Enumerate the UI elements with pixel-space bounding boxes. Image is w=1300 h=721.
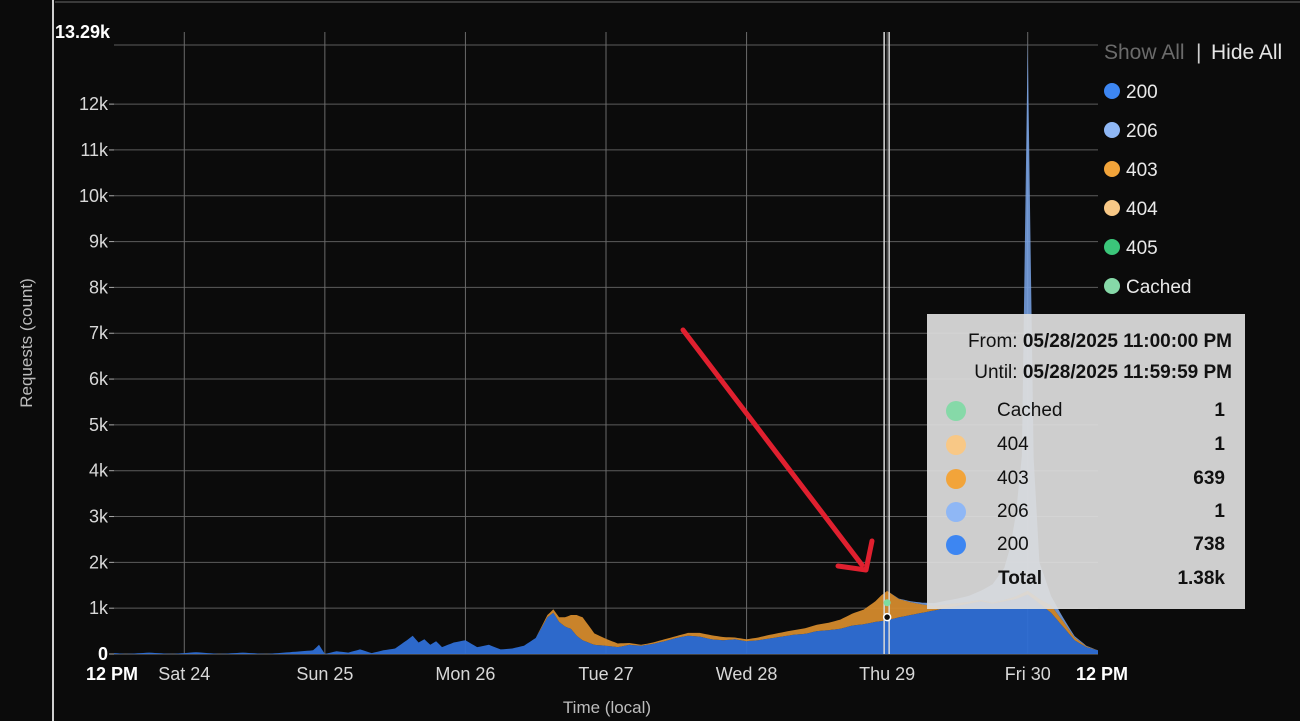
x-axis-title: Time (local) xyxy=(563,698,651,717)
tooltip-from: From: 05/28/2025 11:00:00 PM xyxy=(968,331,1232,353)
x-tick-label: 12 PM xyxy=(1076,664,1128,684)
legend-item-label: 200 xyxy=(1126,82,1158,103)
y-tick-label: 9k xyxy=(89,232,109,252)
tooltip-row-label: 206 xyxy=(997,501,1029,522)
tooltip-row: 404 1 xyxy=(927,431,1245,459)
tooltip-row-label: Cached xyxy=(997,400,1063,421)
annotation-arrow xyxy=(680,327,875,573)
x-axis-ticks: 12 PM Sat 24 Sun 25 Mon 26 Tue 27 Wed 28 Thu 2… xyxy=(86,664,1128,684)
legend-color-dot xyxy=(1104,278,1120,294)
x-tick-label: Mon 26 xyxy=(435,664,495,684)
hover-tooltip: From: 05/28/2025 11:00:00 PM Until: 05/2… xyxy=(927,314,1245,609)
tooltip-row: 200 738 xyxy=(927,531,1245,559)
tooltip-until: Until: 05/28/2025 11:59:59 PM xyxy=(974,362,1232,384)
tooltip-total-row: Total 1.38k xyxy=(927,565,1245,593)
y-tick-label: 1k xyxy=(89,598,109,618)
legend-separator: | xyxy=(1196,41,1201,64)
series-color-dot xyxy=(946,401,966,421)
series-color-dot xyxy=(946,469,966,489)
x-tick-label: Wed 28 xyxy=(716,664,778,684)
x-tick-label: Tue 27 xyxy=(578,664,633,684)
series-color-dot xyxy=(946,435,966,455)
tooltip-row-value: 738 xyxy=(1193,534,1225,555)
y-tick-label: 2k xyxy=(89,552,109,572)
x-tick-label: Sat 24 xyxy=(158,664,210,684)
y-tick-label: 6k xyxy=(89,369,109,389)
tooltip-from-value: 05/28/2025 11:00:00 PM xyxy=(1022,331,1232,352)
legend-item-label: 404 xyxy=(1126,199,1158,220)
legend-item-label: 405 xyxy=(1126,238,1158,259)
x-tick-label: Sun 25 xyxy=(296,664,353,684)
tooltip-row-label: 404 xyxy=(997,434,1029,455)
tooltip-row: 403 639 xyxy=(927,465,1245,493)
legend-color-dot xyxy=(1104,200,1120,216)
hover-marker xyxy=(883,599,891,607)
legend-color-dot xyxy=(1104,122,1120,138)
y-tick-label: 7k xyxy=(89,323,109,343)
tooltip-row-label: 200 xyxy=(997,534,1029,555)
legend-show-all-link[interactable]: Show All xyxy=(1104,41,1185,64)
x-tick-label: Fri 30 xyxy=(1005,664,1051,684)
legend-item-label: Cached xyxy=(1126,277,1192,298)
legend-item-403[interactable]: 403 xyxy=(1104,160,1158,181)
legend-color-dot xyxy=(1104,239,1120,255)
y-tick-label: 3k xyxy=(89,507,109,527)
y-tick-label: 12k xyxy=(79,94,109,114)
y-tick-label: 11k xyxy=(80,140,109,160)
series-color-dot xyxy=(946,535,966,555)
legend-hide-all-link[interactable]: Hide All xyxy=(1211,41,1282,64)
y-tick-label: 5k xyxy=(89,415,109,435)
legend-item-cached[interactable]: Cached xyxy=(1104,277,1192,298)
legend-color-dot xyxy=(1104,161,1120,177)
tooltip-row-value: 1 xyxy=(1214,501,1225,522)
tooltip-row: 206 1 xyxy=(927,498,1245,526)
tooltip-row-value: 639 xyxy=(1193,468,1225,489)
legend-item-206[interactable]: 206 xyxy=(1104,121,1158,142)
tooltip-until-value: 05/28/2025 11:59:59 PM xyxy=(1022,362,1232,383)
arrow-shaft xyxy=(680,327,865,568)
x-tick-label: 12 PM xyxy=(86,664,138,684)
x-tick-label: Thu 29 xyxy=(859,664,915,684)
tooltip-total-label: Total xyxy=(998,568,1042,589)
legend-item-405[interactable]: 405 xyxy=(1104,238,1158,259)
tooltip-from-label: From: xyxy=(967,331,1018,352)
legend-item-label: 206 xyxy=(1126,121,1158,142)
series-color-dot xyxy=(946,502,966,522)
legend-item-200[interactable]: 200 xyxy=(1104,82,1158,103)
legend: Show All | Hide All 200 206 403 404 405 Cache… xyxy=(1104,41,1282,298)
legend-item-label: 403 xyxy=(1126,160,1158,181)
hover-marker xyxy=(882,612,892,622)
legend-color-dot xyxy=(1104,83,1120,99)
y-max-label: 13.29k xyxy=(55,22,111,42)
legend-item-404[interactable]: 404 xyxy=(1104,199,1158,220)
y-tick-label: 10k xyxy=(79,186,109,206)
y-tick-label: 4k xyxy=(89,461,109,481)
tooltip-row: Cached 1 xyxy=(927,397,1245,425)
tooltip-row-label: 403 xyxy=(997,468,1029,489)
y-axis-title: Requests (count) xyxy=(17,278,36,407)
y-axis-ticks: 0 1k 2k 3k 4k 5k 6k 7k 8k 9k 10k 11k 12k xyxy=(79,94,114,664)
tooltip-row-value: 1 xyxy=(1214,434,1225,455)
tooltip-until-label: Until: xyxy=(974,362,1018,383)
tooltip-total-value: 1.38k xyxy=(1177,568,1225,589)
tooltip-row-value: 1 xyxy=(1214,400,1225,421)
y-tick-label: 0 xyxy=(98,644,108,664)
y-tick-label: 8k xyxy=(89,277,109,297)
